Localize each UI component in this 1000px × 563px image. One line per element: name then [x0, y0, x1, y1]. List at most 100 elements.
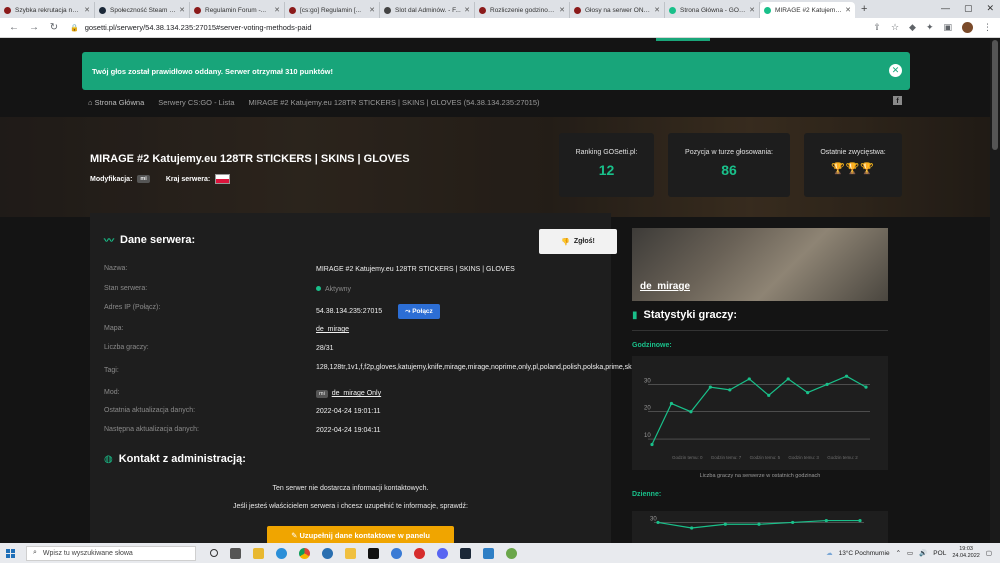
- new-tab-button[interactable]: +: [861, 3, 867, 15]
- discord-icon[interactable]: [437, 547, 448, 559]
- tab-close-icon[interactable]: ✕: [369, 6, 375, 14]
- report-button[interactable]: 👎 Zgłoś!: [539, 229, 617, 254]
- chart-point: [824, 518, 828, 523]
- tab-close-icon[interactable]: ✕: [559, 6, 565, 14]
- scrollbar-thumb[interactable]: [992, 40, 998, 150]
- map-preview-name[interactable]: de_mirage: [640, 281, 690, 292]
- url-input[interactable]: 🔒 gosetti.pl/serwery/54.38.134.235:27015…: [70, 21, 873, 35]
- bookmark-star-icon[interactable]: ☆: [891, 22, 899, 33]
- notifications-icon[interactable]: ▢: [986, 549, 992, 557]
- url-text: gosetti.pl/serwery/54.38.134.235:27015#s…: [84, 23, 312, 32]
- teamspeak-icon[interactable]: [322, 547, 333, 559]
- extension-icon[interactable]: ◆: [909, 22, 916, 33]
- browser-tab[interactable]: Regulamin Forum -... ✕: [190, 2, 285, 18]
- notes-icon[interactable]: [483, 547, 494, 559]
- tab-title: [cs:go] Regulamin [...: [300, 6, 362, 14]
- widgets-icon[interactable]: [230, 547, 241, 559]
- chart-x-tick-label: Godzin temu: 3: [788, 455, 819, 460]
- poland-flag-icon: [215, 174, 231, 184]
- connect-label: Połącz: [412, 308, 433, 315]
- fill-contact-button[interactable]: ✎ Uzupełnij dane kontaktowe w panelu: [267, 526, 454, 543]
- task-view-icon[interactable]: [210, 549, 218, 557]
- tab-strip: Szybka rekrutacja na a... ✕ Społeczność St…: [0, 0, 1000, 18]
- daily-chart-label: Dzienne:: [632, 491, 662, 498]
- netflix-icon[interactable]: [368, 547, 379, 559]
- clock[interactable]: 19:03 24.04.2022: [952, 546, 980, 560]
- chart-x-tick-label: Godzin temu: 7: [711, 455, 742, 460]
- ip-text[interactable]: 54.38.134.235:27015: [316, 308, 382, 315]
- contact-heading: ◍ Kontakt z administracją:: [104, 453, 246, 465]
- tab-close-icon[interactable]: ✕: [654, 6, 660, 14]
- app-icon[interactable]: [391, 547, 402, 559]
- browser-tab[interactable]: Slot dal Adminów. - F... ✕: [380, 2, 475, 18]
- browser-tab[interactable]: [cs:go] Regulamin [... ✕: [285, 2, 380, 18]
- explorer-icon[interactable]: [345, 547, 356, 559]
- details-heading: 〰 Dane serwera:: [104, 232, 195, 248]
- browser-tab[interactable]: MIRAGE #2 Katujemy... ✕: [760, 2, 855, 18]
- alert-text: Twój głos został prawidłowo oddany. Serw…: [92, 66, 334, 76]
- tab-favicon-icon: [764, 6, 771, 14]
- minimize-icon[interactable]: —: [941, 3, 950, 14]
- chart-series-line: [651, 375, 867, 445]
- edge-icon[interactable]: [276, 547, 287, 559]
- breadcrumb-home[interactable]: ⌂ Strona Główna: [88, 98, 144, 107]
- detail-key: Ostatnia aktualizacja danych:: [104, 407, 196, 414]
- back-icon[interactable]: ←: [8, 22, 20, 33]
- tab-close-icon[interactable]: ✕: [845, 6, 851, 14]
- chart-point: [747, 377, 751, 381]
- detail-value: 54.38.134.235:27015 ⤳ Połącz: [316, 304, 608, 319]
- taskbar-search[interactable]: ⌕ Wpisz tu wyszukiwane słowa: [26, 545, 196, 561]
- tab-favicon-icon: [669, 6, 676, 14]
- chart-point: [858, 518, 862, 523]
- chart-y-tick-label: 30: [650, 516, 657, 522]
- chart-point: [728, 388, 732, 392]
- puzzle-icon[interactable]: ✦: [926, 22, 934, 33]
- browser-tab[interactable]: Rozliczenie godzinow... ✕: [475, 2, 570, 18]
- tab-close-icon[interactable]: ✕: [84, 6, 90, 14]
- chart-point: [806, 391, 810, 395]
- browser-tab[interactable]: Głosy na serwer ONLY... ✕: [570, 2, 665, 18]
- tab-close-icon[interactable]: ✕: [749, 6, 755, 14]
- start-button[interactable]: [0, 548, 20, 558]
- connect-button[interactable]: ⤳ Połącz: [398, 304, 440, 319]
- tab-favicon-icon: [384, 6, 391, 14]
- menu-kebab-icon[interactable]: ⋮: [983, 22, 992, 33]
- tray-chevron-icon[interactable]: ⌃: [896, 549, 901, 557]
- breadcrumb-server-list[interactable]: Serwery CS:GO - Lista: [158, 98, 234, 107]
- language-indicator[interactable]: POL: [933, 550, 946, 557]
- tab-close-icon[interactable]: ✕: [464, 6, 470, 14]
- map-link[interactable]: de_mirage: [316, 325, 608, 334]
- tab-close-icon[interactable]: ✕: [179, 6, 185, 14]
- maximize-icon[interactable]: ▢: [964, 3, 973, 14]
- share-icon[interactable]: ⇪: [873, 22, 881, 33]
- mod-link[interactable]: de_mirage Only: [332, 390, 381, 397]
- breadcrumb: ⌂ Strona Główna Serwery CS:GO - Lista MI…: [0, 87, 1000, 117]
- chart-y-tick-label: 30: [644, 378, 651, 384]
- close-window-icon[interactable]: ✕: [986, 3, 994, 14]
- browser-tab[interactable]: Szybka rekrutacja na a... ✕: [0, 2, 95, 18]
- opera-icon[interactable]: [414, 547, 425, 559]
- network-icon[interactable]: ▭: [907, 549, 913, 557]
- position-value: 86: [721, 162, 737, 178]
- forward-icon[interactable]: →: [28, 22, 40, 33]
- sidepanel-icon[interactable]: ▣: [943, 22, 952, 33]
- reload-icon[interactable]: ↻: [48, 22, 60, 33]
- browser-tab[interactable]: Strona Główna - GOS... ✕: [665, 2, 760, 18]
- server-details-panel: 〰 Dane serwera: 👎 Zgłoś! Nazwa: MIRAGE #…: [90, 213, 706, 543]
- file-explorer-icon[interactable]: [253, 547, 264, 559]
- chart-x-tick-label: Godzin temu: 0: [672, 455, 703, 460]
- facebook-icon[interactable]: f: [893, 96, 902, 105]
- tab-close-icon[interactable]: ✕: [274, 6, 280, 14]
- alert-close-icon[interactable]: ✕: [889, 64, 902, 77]
- weather-text[interactable]: 13°C Pochmurnie: [839, 550, 890, 557]
- volume-icon[interactable]: 🔊: [919, 549, 927, 557]
- chrome-icon[interactable]: [299, 547, 310, 559]
- paint-icon[interactable]: [506, 547, 517, 559]
- daily-chart-svg: 30: [650, 516, 864, 530]
- stats-heading: ▮ Statystyki graczy:: [632, 309, 737, 321]
- profile-avatar[interactable]: [962, 22, 973, 33]
- page-scrollbar[interactable]: [990, 38, 1000, 543]
- steam-icon[interactable]: [460, 547, 471, 559]
- browser-tab[interactable]: Społeczność Steam ::... ✕: [95, 2, 190, 18]
- detail-row-map: Mapa: de_mirage: [104, 325, 608, 334]
